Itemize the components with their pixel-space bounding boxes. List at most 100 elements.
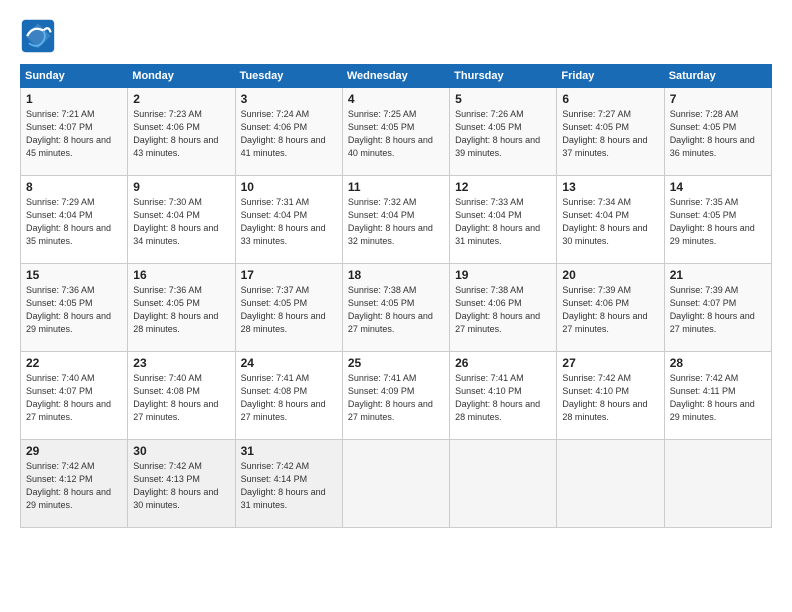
day-info: Sunrise: 7:38 AMSunset: 4:06 PMDaylight:…	[455, 284, 551, 336]
logo-icon	[20, 18, 56, 54]
day-info: Sunrise: 7:34 AMSunset: 4:04 PMDaylight:…	[562, 196, 658, 248]
day-info: Sunrise: 7:24 AMSunset: 4:06 PMDaylight:…	[241, 108, 337, 160]
day-info: Sunrise: 7:37 AMSunset: 4:05 PMDaylight:…	[241, 284, 337, 336]
day-info: Sunrise: 7:41 AMSunset: 4:10 PMDaylight:…	[455, 372, 551, 424]
day-info: Sunrise: 7:40 AMSunset: 4:07 PMDaylight:…	[26, 372, 122, 424]
day-number: 31	[241, 444, 337, 458]
calendar-cell: 12 Sunrise: 7:33 AMSunset: 4:04 PMDayligh…	[450, 176, 557, 264]
calendar-cell	[557, 440, 664, 528]
calendar-cell: 29 Sunrise: 7:42 AMSunset: 4:12 PMDayligh…	[21, 440, 128, 528]
day-number: 28	[670, 356, 766, 370]
calendar-cell: 24 Sunrise: 7:41 AMSunset: 4:08 PMDayligh…	[235, 352, 342, 440]
calendar-cell: 23 Sunrise: 7:40 AMSunset: 4:08 PMDayligh…	[128, 352, 235, 440]
day-number: 5	[455, 92, 551, 106]
calendar-cell: 1Sunrise: 7:21 AMSunset: 4:07 PMDaylight…	[21, 88, 128, 176]
day-info: Sunrise: 7:30 AMSunset: 4:04 PMDaylight:…	[133, 196, 229, 248]
calendar-table: SundayMondayTuesdayWednesdayThursdayFrid…	[20, 64, 772, 528]
day-info: Sunrise: 7:33 AMSunset: 4:04 PMDaylight:…	[455, 196, 551, 248]
day-info: Sunrise: 7:26 AMSunset: 4:05 PMDaylight:…	[455, 108, 551, 160]
calendar-cell: 25 Sunrise: 7:41 AMSunset: 4:09 PMDayligh…	[342, 352, 449, 440]
calendar-cell: 17Sunrise: 7:37 AMSunset: 4:05 PMDayligh…	[235, 264, 342, 352]
calendar-header: SundayMondayTuesdayWednesdayThursdayFrid…	[21, 65, 772, 88]
calendar-week-row: 15 Sunrise: 7:36 AMSunset: 4:05 PMDayligh…	[21, 264, 772, 352]
day-info: Sunrise: 7:31 AMSunset: 4:04 PMDaylight:…	[241, 196, 337, 248]
day-number: 26	[455, 356, 551, 370]
day-number: 11	[348, 180, 444, 194]
calendar-cell	[664, 440, 771, 528]
calendar-cell: 11 Sunrise: 7:32 AMSunset: 4:04 PMDayligh…	[342, 176, 449, 264]
day-number: 4	[348, 92, 444, 106]
day-info: Sunrise: 7:42 AMSunset: 4:14 PMDaylight:…	[241, 460, 337, 512]
day-number: 29	[26, 444, 122, 458]
calendar-cell: 15 Sunrise: 7:36 AMSunset: 4:05 PMDayligh…	[21, 264, 128, 352]
day-number: 3	[241, 92, 337, 106]
day-info: Sunrise: 7:38 AMSunset: 4:05 PMDaylight:…	[348, 284, 444, 336]
page: SundayMondayTuesdayWednesdayThursdayFrid…	[0, 0, 792, 612]
day-info: Sunrise: 7:40 AMSunset: 4:08 PMDaylight:…	[133, 372, 229, 424]
day-number: 2	[133, 92, 229, 106]
logo	[20, 18, 62, 54]
day-info: Sunrise: 7:32 AMSunset: 4:04 PMDaylight:…	[348, 196, 444, 248]
calendar-cell: 10 Sunrise: 7:31 AMSunset: 4:04 PMDayligh…	[235, 176, 342, 264]
calendar-cell: 22 Sunrise: 7:40 AMSunset: 4:07 PMDayligh…	[21, 352, 128, 440]
day-info: Sunrise: 7:21 AMSunset: 4:07 PMDaylight:…	[26, 108, 122, 160]
day-number: 21	[670, 268, 766, 282]
weekday-header: Tuesday	[235, 65, 342, 88]
calendar-week-row: 1Sunrise: 7:21 AMSunset: 4:07 PMDaylight…	[21, 88, 772, 176]
day-number: 15	[26, 268, 122, 282]
calendar-cell	[342, 440, 449, 528]
day-number: 6	[562, 92, 658, 106]
weekday-header: Wednesday	[342, 65, 449, 88]
calendar-week-row: 22 Sunrise: 7:40 AMSunset: 4:07 PMDayligh…	[21, 352, 772, 440]
day-info: Sunrise: 7:41 AMSunset: 4:09 PMDaylight:…	[348, 372, 444, 424]
weekday-header: Thursday	[450, 65, 557, 88]
calendar-cell: 13Sunrise: 7:34 AMSunset: 4:04 PMDayligh…	[557, 176, 664, 264]
calendar-cell: 18 Sunrise: 7:38 AMSunset: 4:05 PMDayligh…	[342, 264, 449, 352]
calendar-cell	[450, 440, 557, 528]
calendar-week-row: 29 Sunrise: 7:42 AMSunset: 4:12 PMDayligh…	[21, 440, 772, 528]
day-number: 24	[241, 356, 337, 370]
day-number: 12	[455, 180, 551, 194]
day-info: Sunrise: 7:42 AMSunset: 4:13 PMDaylight:…	[133, 460, 229, 512]
day-number: 10	[241, 180, 337, 194]
day-number: 30	[133, 444, 229, 458]
calendar-cell: 20Sunrise: 7:39 AMSunset: 4:06 PMDayligh…	[557, 264, 664, 352]
day-number: 25	[348, 356, 444, 370]
calendar-cell: 8Sunrise: 7:29 AMSunset: 4:04 PMDaylight…	[21, 176, 128, 264]
calendar-week-row: 8Sunrise: 7:29 AMSunset: 4:04 PMDaylight…	[21, 176, 772, 264]
calendar-cell: 19 Sunrise: 7:38 AMSunset: 4:06 PMDayligh…	[450, 264, 557, 352]
day-number: 19	[455, 268, 551, 282]
calendar-cell: 3 Sunrise: 7:24 AMSunset: 4:06 PMDaylight…	[235, 88, 342, 176]
weekday-header: Sunday	[21, 65, 128, 88]
day-info: Sunrise: 7:23 AMSunset: 4:06 PMDaylight:…	[133, 108, 229, 160]
day-info: Sunrise: 7:42 AMSunset: 4:10 PMDaylight:…	[562, 372, 658, 424]
calendar-cell: 26 Sunrise: 7:41 AMSunset: 4:10 PMDayligh…	[450, 352, 557, 440]
day-info: Sunrise: 7:42 AMSunset: 4:11 PMDaylight:…	[670, 372, 766, 424]
day-number: 16	[133, 268, 229, 282]
day-number: 14	[670, 180, 766, 194]
weekday-header: Saturday	[664, 65, 771, 88]
day-number: 22	[26, 356, 122, 370]
weekday-row: SundayMondayTuesdayWednesdayThursdayFrid…	[21, 65, 772, 88]
day-info: Sunrise: 7:42 AMSunset: 4:12 PMDaylight:…	[26, 460, 122, 512]
calendar-cell: 6 Sunrise: 7:27 AMSunset: 4:05 PMDaylight…	[557, 88, 664, 176]
day-info: Sunrise: 7:27 AMSunset: 4:05 PMDaylight:…	[562, 108, 658, 160]
calendar-cell: 16 Sunrise: 7:36 AMSunset: 4:05 PMDayligh…	[128, 264, 235, 352]
calendar-cell: 7Sunrise: 7:28 AMSunset: 4:05 PMDaylight…	[664, 88, 771, 176]
header	[20, 18, 772, 54]
day-number: 27	[562, 356, 658, 370]
calendar-cell: 30 Sunrise: 7:42 AMSunset: 4:13 PMDayligh…	[128, 440, 235, 528]
day-info: Sunrise: 7:36 AMSunset: 4:05 PMDaylight:…	[133, 284, 229, 336]
day-number: 7	[670, 92, 766, 106]
calendar-cell: 9Sunrise: 7:30 AMSunset: 4:04 PMDaylight…	[128, 176, 235, 264]
calendar-cell: 31 Sunrise: 7:42 AMSunset: 4:14 PMDayligh…	[235, 440, 342, 528]
day-info: Sunrise: 7:36 AMSunset: 4:05 PMDaylight:…	[26, 284, 122, 336]
day-info: Sunrise: 7:39 AMSunset: 4:07 PMDaylight:…	[670, 284, 766, 336]
day-info: Sunrise: 7:41 AMSunset: 4:08 PMDaylight:…	[241, 372, 337, 424]
weekday-header: Friday	[557, 65, 664, 88]
calendar-cell: 28 Sunrise: 7:42 AMSunset: 4:11 PMDayligh…	[664, 352, 771, 440]
day-number: 20	[562, 268, 658, 282]
day-number: 23	[133, 356, 229, 370]
day-number: 18	[348, 268, 444, 282]
calendar-body: 1Sunrise: 7:21 AMSunset: 4:07 PMDaylight…	[21, 88, 772, 528]
